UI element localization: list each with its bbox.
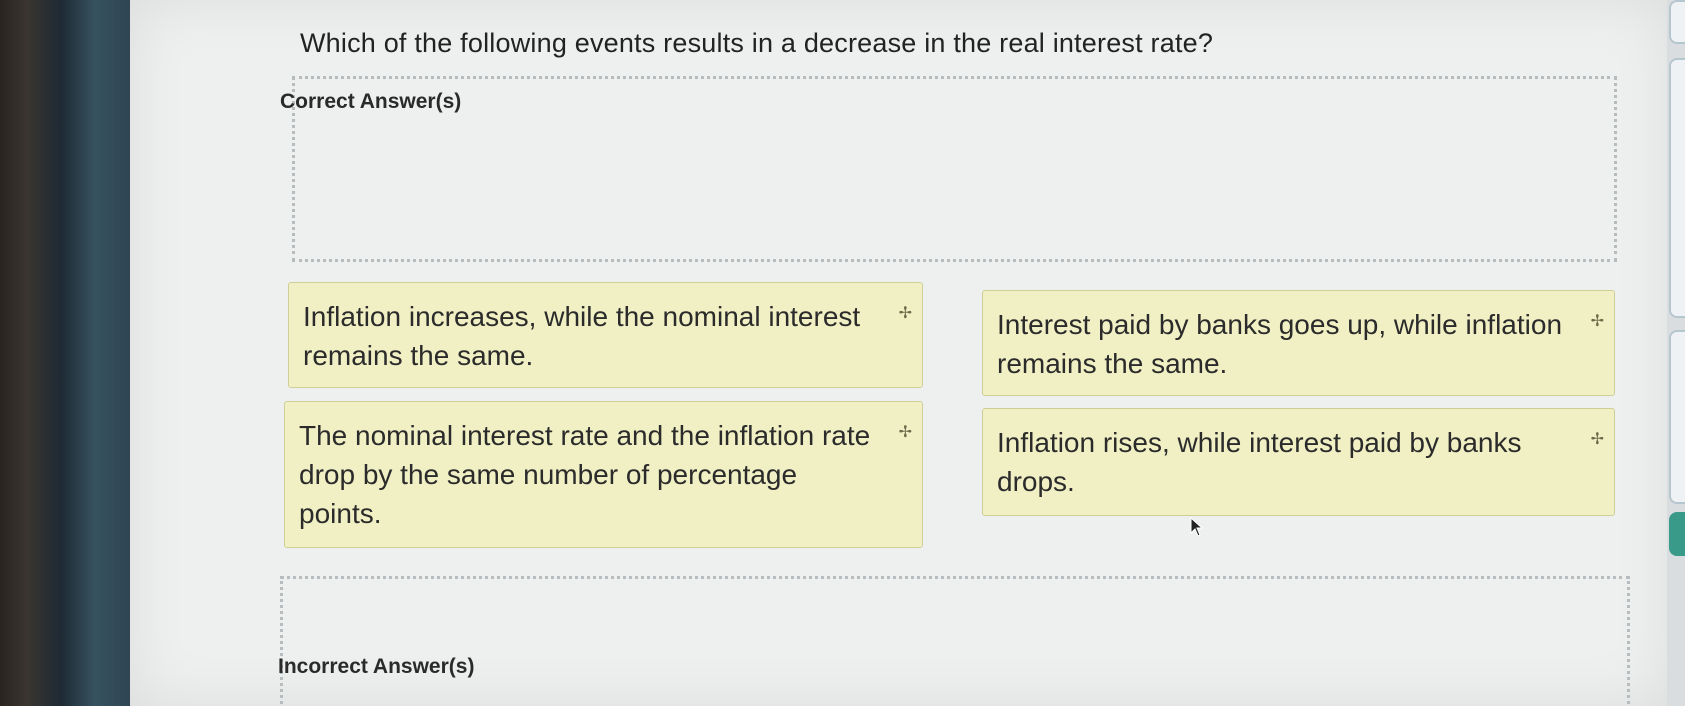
answer-card[interactable]: Interest paid by banks goes up, while in… — [982, 290, 1615, 396]
question-page: Which of the following events results in… — [130, 0, 1670, 706]
side-tab[interactable] — [1669, 58, 1685, 318]
question-text: Which of the following events results in… — [300, 28, 1214, 58]
answer-card[interactable]: The nominal interest rate and the inflat… — [284, 401, 923, 548]
incorrect-answers-label: Incorrect Answer(s) — [278, 655, 475, 678]
correct-answers-label: Correct Answer(s) — [280, 90, 462, 113]
mouse-pointer-icon — [1190, 517, 1204, 537]
side-tab-active[interactable] — [1669, 512, 1685, 556]
answer-card-text: Inflation increases, while the nominal i… — [303, 301, 861, 371]
drag-handle-icon[interactable]: ✢ — [899, 412, 912, 451]
drag-handle-icon[interactable]: ✢ — [1591, 301, 1604, 340]
answer-card[interactable]: Inflation rises, while interest paid by … — [982, 408, 1615, 516]
answer-card[interactable]: Inflation increases, while the nominal i… — [288, 282, 923, 388]
answer-card-text: The nominal interest rate and the inflat… — [299, 420, 871, 529]
side-tab[interactable] — [1669, 330, 1685, 504]
background-photo — [0, 0, 135, 706]
drag-handle-icon[interactable]: ✢ — [1591, 419, 1604, 458]
incorrect-answers-dropzone[interactable] — [280, 576, 1630, 706]
drag-handle-icon[interactable]: ✢ — [899, 293, 912, 332]
answer-card-text: Interest paid by banks goes up, while in… — [997, 309, 1563, 379]
correct-answers-dropzone[interactable] — [292, 76, 1617, 262]
screen: Which of the following events results in… — [0, 0, 1685, 706]
side-tab[interactable] — [1669, 0, 1685, 44]
answer-card-text: Inflation rises, while interest paid by … — [997, 427, 1522, 497]
